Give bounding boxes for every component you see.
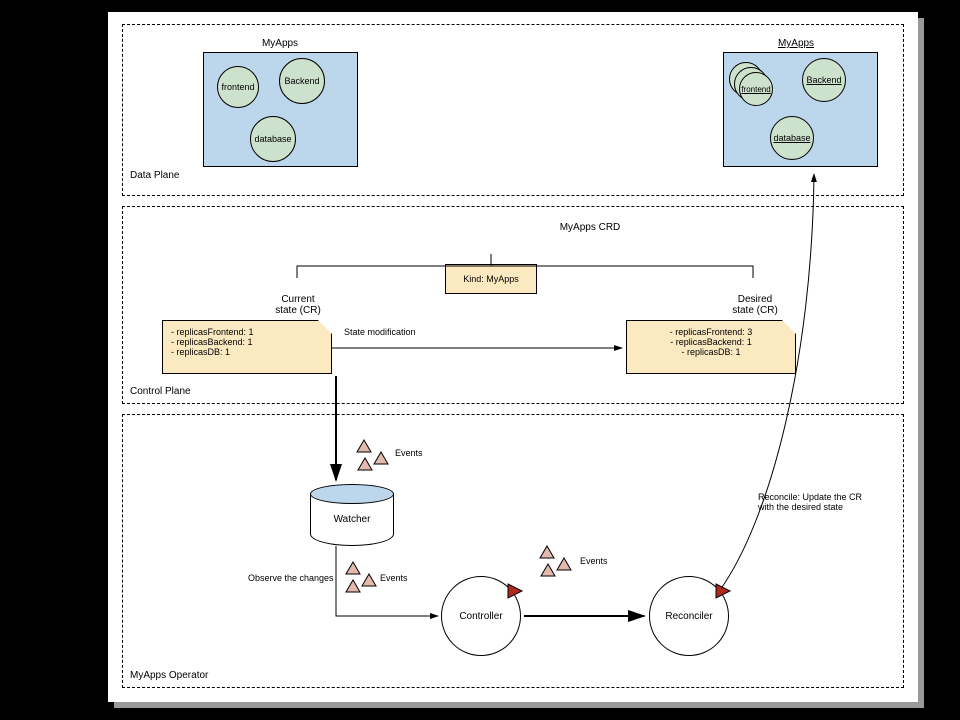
- crd-kind-box: Kind: MyApps: [445, 264, 537, 294]
- events-label-1: Events: [395, 448, 423, 458]
- events-label-3: Events: [580, 556, 608, 566]
- desired-state-label: Desired state (CR): [720, 294, 790, 316]
- control-plane-label: Control Plane: [130, 386, 191, 397]
- data-plane-label: Data Plane: [130, 170, 179, 181]
- watcher-cylinder: Watcher: [310, 484, 394, 546]
- watcher-label: Watcher: [334, 514, 371, 525]
- reconciler-circle: Reconciler: [649, 576, 729, 656]
- observe-label: Observe the changes: [248, 573, 334, 583]
- events-label-2: Events: [380, 573, 408, 583]
- backend-circle-left: Backend: [279, 58, 325, 104]
- right-cluster-title: MyApps: [766, 38, 826, 49]
- current-state-label: Current state (CR): [263, 294, 333, 316]
- left-cluster-title: MyApps: [250, 38, 310, 49]
- frontend-circle-left: frontend: [217, 66, 259, 108]
- operator-section: [122, 414, 904, 688]
- frontend-circle-right: frontend: [739, 72, 773, 106]
- controller-circle: Controller: [441, 576, 521, 656]
- state-modification-label: State modification: [344, 327, 416, 337]
- backend-circle-right: Backend: [802, 58, 846, 102]
- database-circle-left: database: [250, 116, 296, 162]
- current-state-note: - replicasFrontend: 1 - replicasBackend:…: [162, 320, 332, 374]
- crd-title: MyApps CRD: [550, 222, 630, 233]
- reconcile-label: Reconcile: Update the CR with the desire…: [758, 492, 898, 512]
- database-circle-right: database: [770, 116, 814, 160]
- operator-label: MyApps Operator: [130, 670, 208, 681]
- desired-state-note: - replicasFrontend: 3 - replicasBackend:…: [626, 320, 796, 374]
